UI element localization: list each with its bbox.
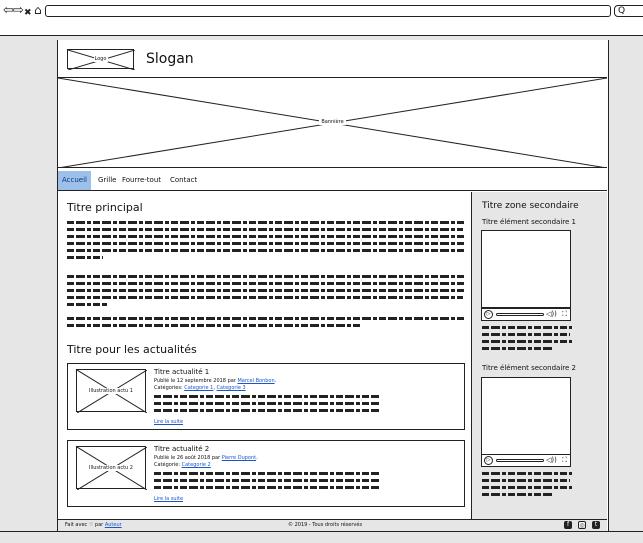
nav-item-accueil[interactable]: Accueil [58,171,91,190]
video-player-2[interactable] [481,377,571,455]
read-more-link[interactable]: Lire la suite [154,496,183,503]
home-icon[interactable]: ⌂ [34,2,42,18]
search-icon: Q [618,6,626,16]
fullscreen-icon[interactable]: ⛶ [562,455,567,465]
close-icon[interactable]: ✖ [24,5,32,21]
twitter-icon[interactable]: t [592,521,600,529]
read-more-link[interactable]: Lire la suite [154,419,183,426]
category-link[interactable]: Categorie 1 [184,385,213,391]
site-footer: Fait avec ♡ par Auteur © 2019 - Tous dro… [58,519,607,531]
video-progress-track[interactable] [496,459,544,462]
video-description-2 [482,472,572,500]
news-illustration-placeholder: Illustration actu 1 [76,369,147,413]
sidebar-element-title: Titre élément secondaire 2 [482,364,577,372]
video-controls-1: ▷ ◁)) ⛶ [481,308,571,321]
video-progress-track[interactable] [496,313,544,316]
nav-item-fourre-tout[interactable]: Fourre-tout [122,171,161,190]
instagram-icon[interactable]: ◎ [578,521,586,529]
video-player-1[interactable] [481,230,571,308]
illustration-label: Illustration actu 1 [88,388,134,394]
news-title[interactable]: Titre actualité 2 [154,445,209,454]
volume-icon[interactable]: ◁)) [546,455,557,465]
main-navigation: Accueil Grille Fourre-tout Contact [58,171,607,191]
copyright-text: © 2019 - Tous droits réservés [288,522,363,528]
news-excerpt [154,472,379,493]
author-link[interactable]: Pierre Dupont [222,455,256,461]
news-categories-line: Catégories: Categorie 1, Categorie 3 [154,385,246,391]
page-title: Titre principal [67,201,143,214]
logo-placeholder[interactable]: Logo [67,49,135,70]
volume-icon[interactable]: ◁)) [546,309,557,319]
secondary-sidebar: Titre zone secondaire Titre élément seco… [471,192,607,519]
video-description-1 [482,326,572,354]
browser-toolbar: ⇦ ⇨ ✖ ⌂ Q [0,0,643,40]
site-slogan: Slogan [146,51,194,67]
sidebar-title: Titre zone secondaire [482,201,579,211]
banner-placeholder: Bannière [58,78,607,168]
news-section-title: Titre pour les actualités [67,343,197,356]
fullscreen-icon[interactable]: ⛶ [562,309,567,319]
main-content: Titre principal Titre pour les actualité… [58,193,470,518]
web-page: Logo Slogan Bannière Accueil Grille Four… [57,40,609,531]
logo-label: Logo [93,56,108,62]
news-excerpt [154,395,379,416]
category-link[interactable]: Categorie 2 [182,462,211,468]
footer-author-link[interactable]: Auteur [105,522,122,528]
lorem-paragraph-3 [67,317,467,331]
facebook-icon[interactable]: f [564,521,572,529]
news-categories-line: Catégorie: Categorie 2 [154,462,211,468]
news-illustration-placeholder: Illustration actu 2 [76,446,147,490]
play-icon[interactable]: ▷ [484,456,493,465]
address-bar[interactable] [45,5,611,17]
news-card: Illustration actu 1 Titre actualité 1 Pu… [67,363,465,430]
site-header: Logo Slogan [58,40,607,78]
news-published-line: Publié le 26 août 2018 par Pierre Dupont… [154,455,258,461]
play-icon[interactable]: ▷ [484,310,493,319]
browser-status-bar [0,531,643,543]
banner-label: Bannière [319,119,346,125]
news-published-line: Publié le 12 septembre 2018 par Marcel B… [154,378,277,384]
browser-search-box[interactable]: Q [614,5,643,17]
news-title[interactable]: Titre actualité 1 [154,368,209,377]
author-link[interactable]: Marcel Bonbon [237,378,274,384]
sidebar-element-title: Titre élément secondaire 1 [482,218,577,226]
lorem-paragraph-1 [67,221,467,263]
category-link[interactable]: Categorie 3 [217,385,246,391]
nav-item-contact[interactable]: Contact [170,171,197,190]
forward-arrow-icon[interactable]: ⇨ [13,3,24,19]
news-card: Illustration actu 2 Titre actualité 2 Pu… [67,440,465,507]
illustration-label: Illustration actu 2 [88,465,134,471]
nav-item-grille[interactable]: Grille [98,171,116,190]
lorem-paragraph-2 [67,275,467,310]
made-with-text: Fait avec ♡ par Auteur [65,522,122,528]
video-controls-2: ▷ ◁)) ⛶ [481,454,571,467]
